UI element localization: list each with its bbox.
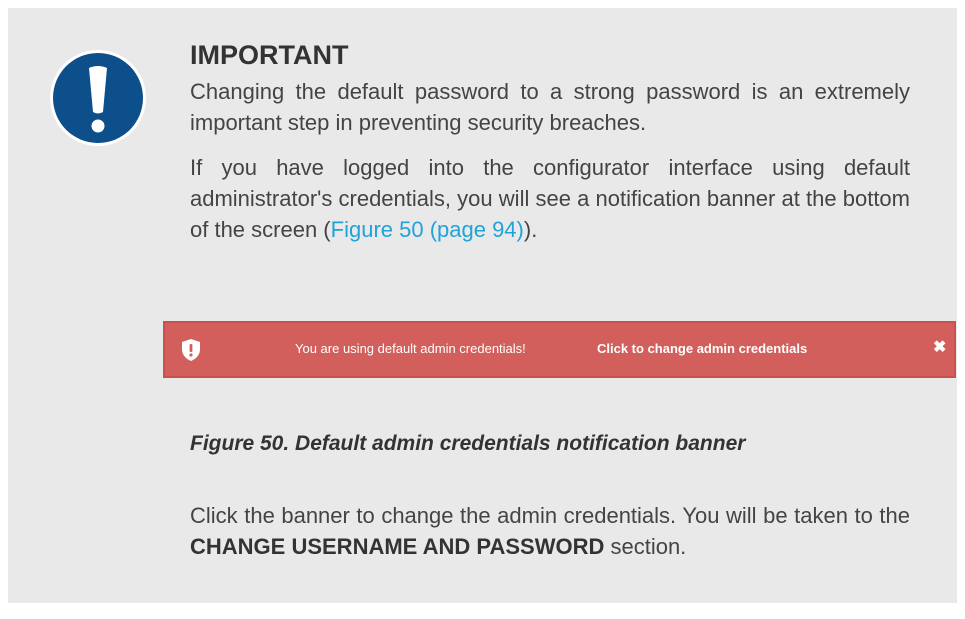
change-credentials-link[interactable]: Click to change admin credentials (597, 341, 807, 356)
important-notice-panel: IMPORTANT Changing the default password … (8, 8, 957, 603)
notice-text-end: ). (523, 217, 538, 242)
section-name: CHANGE USERNAME AND PASSWORD (190, 534, 605, 559)
notice-content: IMPORTANT Changing the default password … (190, 38, 910, 245)
banner-message: You are using default admin credentials! (295, 341, 526, 356)
notice-text: If you have logged into the configurator… (190, 155, 910, 242)
figure-caption: Figure 50. Default admin credentials not… (190, 432, 746, 455)
notice-heading: IMPORTANT (190, 40, 349, 70)
exclamation-circle-icon (50, 50, 146, 146)
figure-reference-link[interactable]: Figure 50 (page 94) (331, 217, 524, 242)
default-credentials-banner[interactable]: You are using default admin credentials!… (163, 321, 956, 378)
instructions-text-end: section. (604, 534, 687, 559)
notice-paragraph-banner-info: If you have logged into the configurator… (190, 152, 910, 245)
instructions-paragraph: Click the banner to change the admin cre… (190, 500, 910, 562)
close-icon[interactable]: ✖ (933, 339, 946, 357)
shield-exclamation-icon (182, 339, 200, 361)
instructions-text: Click the banner to change the admin cre… (190, 503, 910, 528)
notice-paragraph: Changing the default password to a stron… (190, 79, 910, 135)
